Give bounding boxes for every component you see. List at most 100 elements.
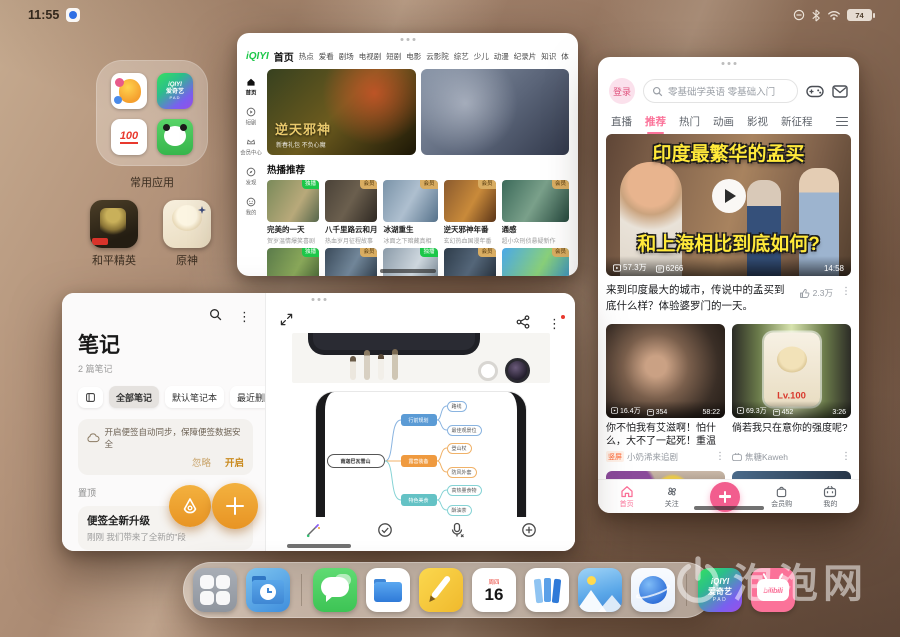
banner-featured-drama[interactable]: [421, 69, 570, 155]
iqiyi-tab[interactable]: 电影: [406, 51, 421, 62]
app-folder[interactable]: iQIYI 爱奇艺 PAD 100: [96, 60, 208, 166]
iqiyi-tab-home[interactable]: 首页: [274, 49, 294, 64]
video-card[interactable]: Lv.100 69.3万 452 3:26 倘若我只在意你的强度呢? 焦糖Kaw…: [732, 324, 851, 463]
window-handle-icon[interactable]: [400, 38, 415, 41]
recent-files-icon[interactable]: [246, 568, 290, 612]
uploader-name[interactable]: 小奶浠来追剧: [627, 451, 678, 463]
iqiyi-tab[interactable]: 动漫: [494, 51, 509, 62]
nav-home[interactable]: 首页: [620, 485, 634, 509]
side-nav-shorts[interactable]: 短剧: [245, 107, 257, 127]
iqiyi-pad-app-icon[interactable]: iQIYI 爱奇艺 PAD: [157, 73, 193, 109]
doodle-note-button[interactable]: [169, 485, 211, 527]
reader-app-icon[interactable]: [525, 568, 569, 612]
app-icon-game-for-peace[interactable]: [90, 200, 138, 248]
window-handle-icon[interactable]: [721, 62, 736, 65]
app-icon-genshin[interactable]: [163, 200, 211, 248]
tab-anime[interactable]: 动画: [713, 114, 734, 129]
game-center-icon[interactable]: [806, 85, 824, 98]
more-options-icon[interactable]: ⋮: [841, 287, 851, 297]
filter-default-notebook[interactable]: 默认笔记本: [165, 386, 224, 408]
bilibili-app-icon[interactable]: bilibili: [751, 568, 795, 612]
nav-mine[interactable]: 我的: [823, 485, 837, 509]
more-options-icon[interactable]: ⋮: [238, 310, 251, 323]
sync-enable-button[interactable]: 开启: [225, 455, 244, 469]
tab-new-journey[interactable]: 新征程: [781, 114, 813, 129]
window-resize-handle[interactable]: [380, 269, 436, 273]
new-note-button[interactable]: [212, 483, 258, 529]
video-card[interactable]: 16.4万 354 58:22 你不怕我有艾滋啊！怕什么，大不了一起死！重温经典…: [606, 324, 725, 463]
note-image-tablet-photo[interactable]: [292, 333, 550, 383]
file-manager-app-icon[interactable]: [366, 568, 410, 612]
video-card[interactable]: 会员八千里路云和月热血岁月征程故事: [325, 180, 378, 245]
gallery-app-icon[interactable]: [578, 568, 622, 612]
window-resize-handle[interactable]: [694, 506, 764, 510]
video-card[interactable]: 独播完美的一天贺岁温情爆笑喜剧: [267, 180, 319, 245]
window-resize-handle[interactable]: [287, 544, 351, 548]
iqiyi-app-icon[interactable]: iQIYI 爱奇艺 PAD: [698, 568, 742, 612]
insert-plus-icon[interactable]: [521, 522, 537, 538]
100-score-app-icon[interactable]: 100: [111, 119, 147, 155]
share-icon[interactable]: [516, 315, 530, 329]
browser-app-icon[interactable]: [631, 568, 675, 612]
note-content[interactable]: 南迦巴瓦雪山 行前规划 露营装备 特色美食 路线 最佳观景位 登山杖 防风外套 …: [292, 333, 550, 540]
video-card[interactable]: 独播结束现代话剧舞台经典: [267, 248, 319, 276]
more-options-icon[interactable]: ⋮: [841, 452, 851, 462]
iqiyi-tab[interactable]: 少儿: [474, 51, 489, 62]
todo-check-icon[interactable]: [377, 522, 393, 538]
video-card[interactable]: 会员遮玉乱世儿女向阳而生: [325, 248, 378, 276]
messages-app-icon[interactable]: [313, 568, 357, 612]
iqiyi-tab[interactable]: 知识: [541, 51, 556, 62]
iqiyi-tab[interactable]: 体育: [561, 51, 569, 62]
tab-live[interactable]: 直播: [611, 114, 632, 129]
panda-app-icon[interactable]: [157, 119, 193, 155]
side-nav-discover[interactable]: 发现: [245, 167, 257, 187]
banner-featured-anime[interactable]: 逆天邪神 新春礼包 不负心魔: [267, 69, 416, 155]
expand-fullscreen-icon[interactable]: [280, 313, 293, 331]
nav-mall[interactable]: 会员购: [771, 485, 792, 509]
search-icon[interactable]: [209, 308, 222, 321]
side-nav-home[interactable]: 首页: [245, 77, 257, 97]
bilibili-search-box[interactable]: 零基础学英语 零基础入门: [643, 79, 798, 103]
video-card[interactable]: 会员冰湖重生冰面之下暗藏真相: [383, 180, 437, 245]
tab-recommend[interactable]: 推荐: [645, 114, 666, 129]
notebook-switcher-icon[interactable]: [78, 387, 103, 408]
sync-ignore-button[interactable]: 忽略: [192, 455, 211, 469]
nav-following[interactable]: 关注: [665, 485, 679, 509]
like-count[interactable]: 2.3万: [799, 287, 833, 299]
app-drawer-icon[interactable]: [193, 568, 237, 612]
iqiyi-tab[interactable]: 热点: [299, 51, 314, 62]
iqiyi-tab[interactable]: 电视剧: [359, 51, 382, 62]
tab-film[interactable]: 影视: [747, 114, 768, 129]
iqiyi-tab[interactable]: 爱看: [319, 51, 334, 62]
side-nav-vip-center[interactable]: 会员中心: [239, 137, 263, 157]
note-more-options-icon[interactable]: ⋮: [548, 317, 561, 330]
mindmap-branch: 露营装备: [401, 455, 437, 467]
side-nav-mine[interactable]: 我的: [245, 197, 257, 217]
window-handle-icon[interactable]: [311, 298, 326, 301]
iqiyi-tab[interactable]: 云影院: [426, 51, 449, 62]
tab-hot[interactable]: 热门: [679, 114, 700, 129]
login-button[interactable]: 登录: [609, 78, 635, 104]
iqiyi-tab[interactable]: 综艺: [454, 51, 469, 62]
filter-all-notes[interactable]: 全部笔记: [109, 386, 159, 408]
magic-pen-icon[interactable]: [305, 522, 321, 538]
play-button[interactable]: [712, 179, 746, 213]
video-card[interactable]: 会员通感超小众刑侦悬疑新作: [502, 180, 570, 245]
voice-input-icon[interactable]: [449, 522, 465, 538]
more-options-icon[interactable]: ⋮: [715, 452, 725, 462]
tab-more-icon[interactable]: [836, 117, 848, 127]
video-card[interactable]: 会员熊出没之丛林总动员陪伴孩子的快乐时光: [502, 248, 570, 276]
kids-app-icon[interactable]: [111, 73, 147, 109]
notes-app-icon[interactable]: [419, 568, 463, 612]
iqiyi-tab[interactable]: 纪录片: [514, 51, 537, 62]
featured-video-card[interactable]: 印度最繁华的孟买 和上海相比到底如何? 57.3万 6266 14:58: [606, 134, 851, 276]
iqiyi-tab[interactable]: 短剧: [386, 51, 401, 62]
calendar-app-icon[interactable]: 周四 16: [472, 568, 516, 612]
video-card[interactable]: 会员暗刃追踪缉凶行动全面展开: [444, 248, 496, 276]
filter-recently-deleted[interactable]: 最近删除: [230, 386, 266, 408]
iqiyi-tab[interactable]: 剧场: [339, 51, 354, 62]
video-description[interactable]: 来到印度最大的城市，传说中的孟买到底什么样？体验婆罗门的一天。: [606, 283, 791, 315]
video-card[interactable]: 会员逆天邪神年番玄幻热血国漫年番: [444, 180, 496, 245]
messages-icon[interactable]: [832, 85, 848, 98]
uploader-name[interactable]: 焦糖Kaweh: [745, 451, 788, 463]
